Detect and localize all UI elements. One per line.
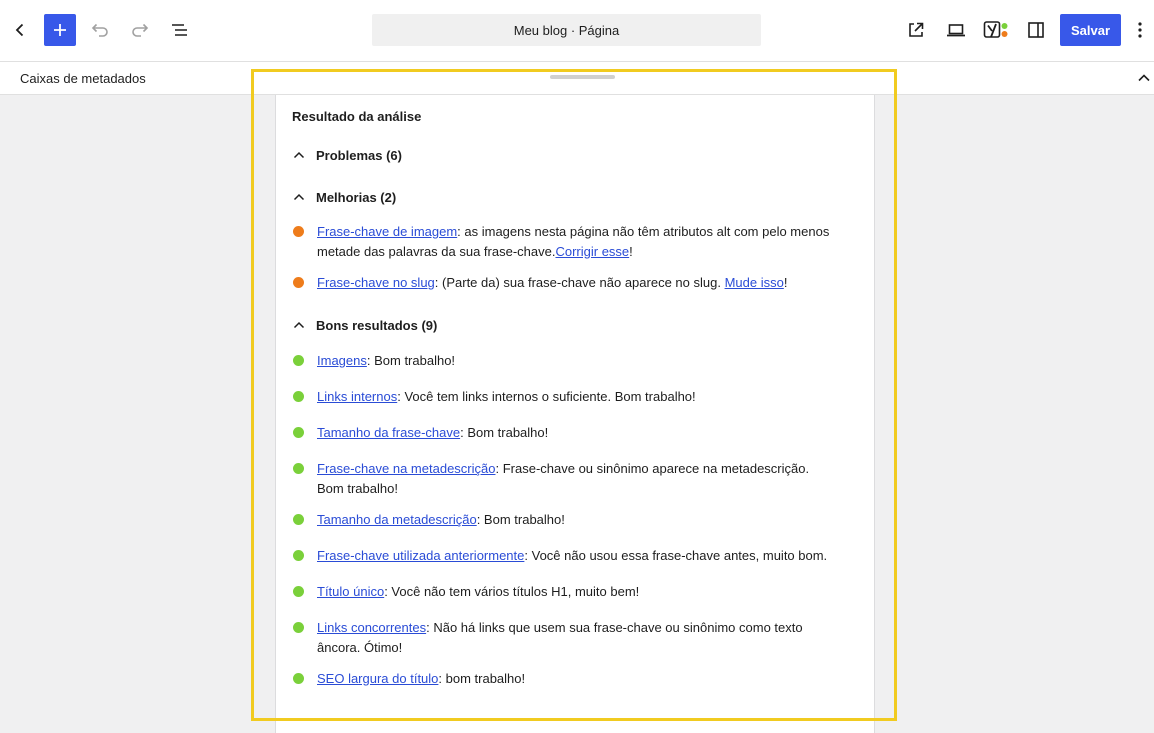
back-button[interactable] (4, 14, 36, 46)
green-bullet-icon (293, 463, 304, 474)
improvements-label: Melhorias (2) (316, 189, 397, 205)
yoast-seo-button[interactable] (980, 14, 1012, 46)
list-item: Frase-chave de imagem: as imagens nesta … (292, 222, 837, 261)
chevron-up-icon[interactable] (1136, 70, 1152, 86)
item-text: Frase-chave de imagem: as imagens nesta … (317, 224, 830, 259)
list-item: Links internos: Você tem links internos … (292, 387, 837, 407)
good-results-label: Bons resultados (9) (316, 317, 438, 333)
undo-button[interactable] (84, 14, 116, 46)
green-bullet-icon (293, 391, 304, 402)
plus-icon (54, 24, 66, 36)
assessment-link[interactable]: SEO largura do título (317, 671, 438, 686)
green-bullet-icon (293, 550, 304, 561)
orange-bullet-icon (293, 226, 304, 237)
green-bullet-icon (293, 514, 304, 525)
assessment-link[interactable]: Título único (317, 584, 384, 599)
list-item: Tamanho da frase-chave: Bom trabalho! (292, 423, 837, 443)
improvements-toggle[interactable]: Melhorias (2) (292, 187, 396, 207)
save-button-label: Salvar (1070, 22, 1111, 38)
green-bullet-icon (293, 355, 304, 366)
list-item: Frase-chave na metadescrição: Frase-chav… (292, 459, 837, 498)
assessment-link[interactable]: Links internos (317, 389, 397, 404)
assessment-link[interactable]: Imagens (317, 353, 367, 368)
chevron-up-icon (293, 321, 305, 329)
assessment-link[interactable]: Tamanho da frase-chave (317, 425, 460, 440)
document-title-bar[interactable]: Meu blog · Página (372, 14, 761, 46)
editor-toolbar: Meu blog · Página Salvar (0, 0, 1154, 62)
list-item: Frase-chave no slug: (Parte da) sua fras… (292, 273, 837, 293)
assessment-link[interactable]: Frase-chave no slug (317, 275, 435, 290)
undo-icon (91, 23, 108, 37)
list-item: Tamanho da metadescrição: Bom trabalho! (292, 510, 837, 530)
assessment-link[interactable]: Links concorrentes (317, 620, 426, 635)
problems-label: Problemas (6) (316, 147, 402, 163)
document-title: Meu blog · Página (513, 22, 620, 38)
redo-button[interactable] (124, 14, 156, 46)
assessment-link[interactable]: Tamanho da metadescrição (317, 512, 477, 527)
green-bullet-icon (293, 427, 304, 438)
list-item: Título único: Você não tem vários título… (292, 582, 837, 602)
chevron-left-icon (15, 23, 24, 37)
assessment-link[interactable]: Frase-chave de imagem (317, 224, 457, 239)
good-results-toggle[interactable]: Bons resultados (9) (292, 315, 437, 335)
item-text: Imagens: Bom trabalho! (317, 353, 456, 368)
green-bullet-icon (293, 586, 304, 597)
fix-link[interactable]: Corrigir esse (555, 244, 629, 259)
orange-bullet-icon (293, 277, 304, 288)
assessment-link[interactable]: Frase-chave utilizada anteriormente (317, 548, 524, 563)
external-link-icon (909, 22, 924, 37)
item-text: Tamanho da metadescrição: Bom trabalho! (317, 512, 565, 527)
redo-icon (132, 23, 149, 37)
add-block-button[interactable] (44, 14, 76, 46)
item-text: Tamanho da frase-chave: Bom trabalho! (317, 425, 549, 440)
preview-button[interactable] (940, 14, 972, 46)
list-view-button[interactable] (164, 14, 196, 46)
green-bullet-icon (293, 622, 304, 633)
save-button[interactable]: Salvar (1060, 14, 1121, 46)
item-text: Links internos: Você tem links internos … (317, 389, 696, 404)
list-view-icon (172, 24, 187, 36)
fix-link[interactable]: Mude isso (725, 275, 784, 290)
item-text: Links concorrentes: Não há links que use… (317, 620, 803, 655)
item-text: Frase-chave no slug: (Parte da) sua fras… (317, 275, 788, 290)
chevron-up-icon (293, 193, 305, 201)
item-text: Título único: Você não tem vários título… (317, 584, 640, 599)
analysis-heading: Resultado da análise (292, 109, 422, 124)
item-text: Frase-chave utilizada anteriormente: Voc… (317, 548, 828, 563)
problems-toggle[interactable]: Problemas (6) (292, 145, 402, 165)
settings-sidebar-button[interactable] (1020, 14, 1052, 46)
green-bullet-icon (293, 673, 304, 684)
list-item: Links concorrentes: Não há links que use… (292, 618, 837, 657)
item-text: SEO largura do título: bom trabalho! (317, 671, 526, 686)
list-item: Imagens: Bom trabalho! (292, 351, 837, 371)
assessment-link[interactable]: Frase-chave na metadescrição (317, 461, 495, 476)
item-text: Frase-chave na metadescrição: Frase-chav… (317, 461, 810, 496)
laptop-icon (947, 24, 965, 37)
view-post-button[interactable] (900, 14, 932, 46)
resize-handle[interactable] (550, 75, 615, 79)
chevron-up-icon (293, 151, 305, 159)
sidebar-icon (1028, 22, 1044, 38)
list-item: SEO largura do título: bom trabalho! (292, 669, 837, 689)
options-button[interactable] (1128, 14, 1152, 46)
more-vertical-icon (1138, 22, 1142, 38)
list-item: Frase-chave utilizada anteriormente: Voc… (292, 546, 837, 566)
metaboxes-title: Caixas de metadados (20, 71, 146, 86)
yoast-icon (983, 21, 1008, 38)
